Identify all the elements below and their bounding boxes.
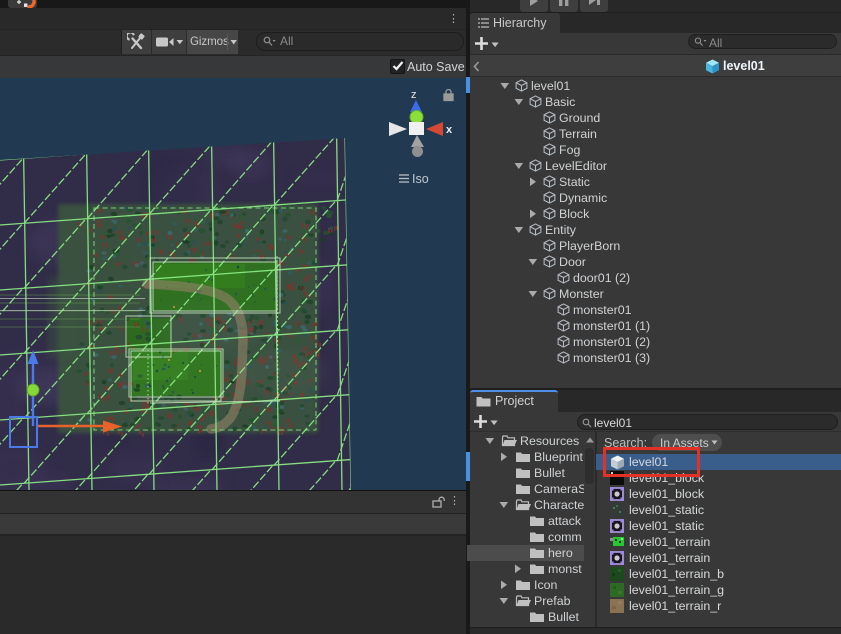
svg-text:x: x: [446, 124, 453, 136]
svg-text:z: z: [411, 89, 417, 101]
svg-text:Iso: Iso: [412, 172, 429, 186]
